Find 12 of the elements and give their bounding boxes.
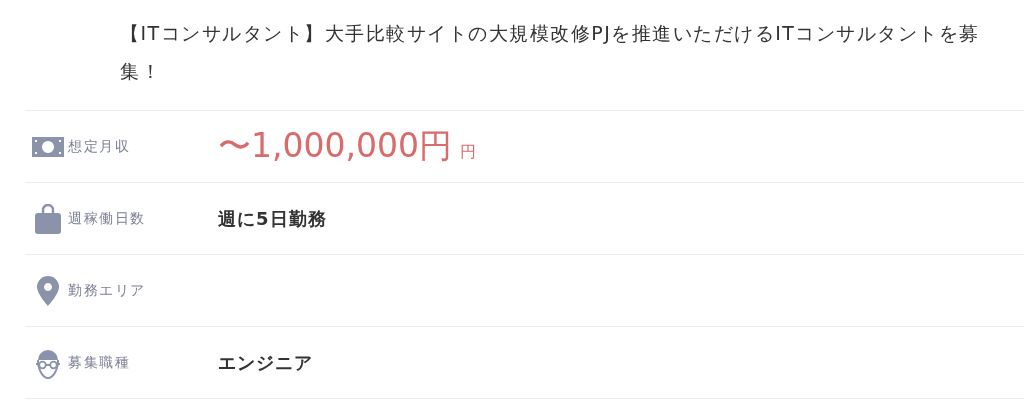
field-value: 週に5日勤務 <box>218 206 327 231</box>
currency-unit: 円 <box>459 142 476 163</box>
field-label: 想定月収 <box>68 137 131 156</box>
banknote-icon <box>32 136 64 157</box>
location-pin-icon <box>37 275 59 306</box>
field-label: 勤務エリア <box>68 281 147 300</box>
field-label: 募集職種 <box>68 353 131 372</box>
salary-amount: 〜1,000,000円 <box>218 125 452 167</box>
bag-icon <box>35 203 61 234</box>
field-value: エンジニア <box>218 350 313 375</box>
field-label: 週稼働日数 <box>68 209 147 228</box>
job-title: 【ITコンサルタント】大手比較サイトの大規模改修PJを推進いただけるITコンサルタントを募集！ <box>119 21 981 84</box>
